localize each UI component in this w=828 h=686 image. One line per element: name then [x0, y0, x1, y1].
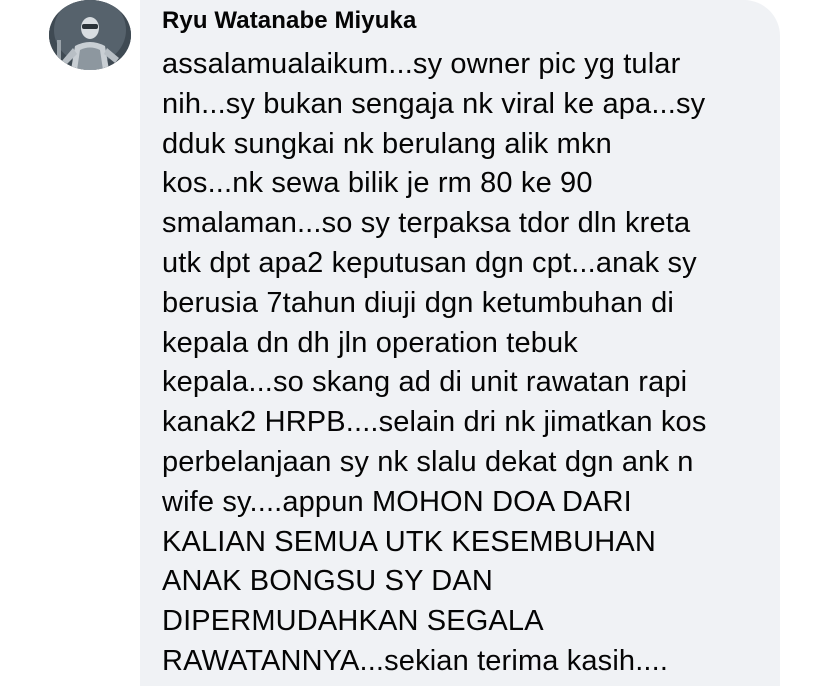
comment-text-line: assalamualaikum...sy owner pic yg tular — [162, 48, 681, 80]
comment-text-line: kanak2 HRPB....selain dri nk jimatkan ko… — [162, 406, 707, 439]
comment-bubble: Ryu Watanabe Miyuka assalamualaikum...sy… — [140, 0, 780, 686]
comment-text-line: utk dpt apa2 keputusan dgn cpt...anak sy — [162, 246, 697, 279]
comment-text-line: nih...sy bukan sengaja nk viral ke apa..… — [162, 87, 706, 120]
comment-text-line: RAWATANNYA...sekian terima kasih.... — [162, 644, 669, 677]
comment-text-line: KALIAN SEMUA UTK KESEMBUHAN — [162, 525, 656, 558]
avatar-figure-icon — [49, 0, 131, 70]
comment-text-line: kepala...so skang ad di unit rawatan rap… — [162, 366, 688, 399]
author-avatar[interactable] — [49, 0, 131, 70]
comment-author-name[interactable]: Ryu Watanabe Miyuka — [162, 7, 416, 35]
comment-text: assalamualaikum...sy owner pic yg tular … — [162, 45, 707, 682]
comment-text-line: ANAK BONGSU SY DAN — [162, 565, 493, 598]
comment-text-line: dduk sungkai nk berulang alik mkn — [162, 127, 612, 160]
comment-text-line: wife sy....appun MOHON DOA DARI — [162, 485, 632, 518]
comment-text-line: kepala dn dh jln operation tebuk — [162, 326, 578, 359]
comment-text-line: berusia 7tahun diuji dgn ketumbuhan di — [162, 286, 674, 319]
comment-text-line: DIPERMUDAHKAN SEGALA — [162, 605, 544, 638]
comment-text-line: perbelanjaan sy nk slalu dekat dgn ank n — [162, 445, 694, 478]
comment-text-line: smalaman...so sy terpaksa tdor dln kreta — [162, 207, 691, 240]
comment-text-line: kos...nk sewa bilik je rm 80 ke 90 — [162, 167, 593, 200]
